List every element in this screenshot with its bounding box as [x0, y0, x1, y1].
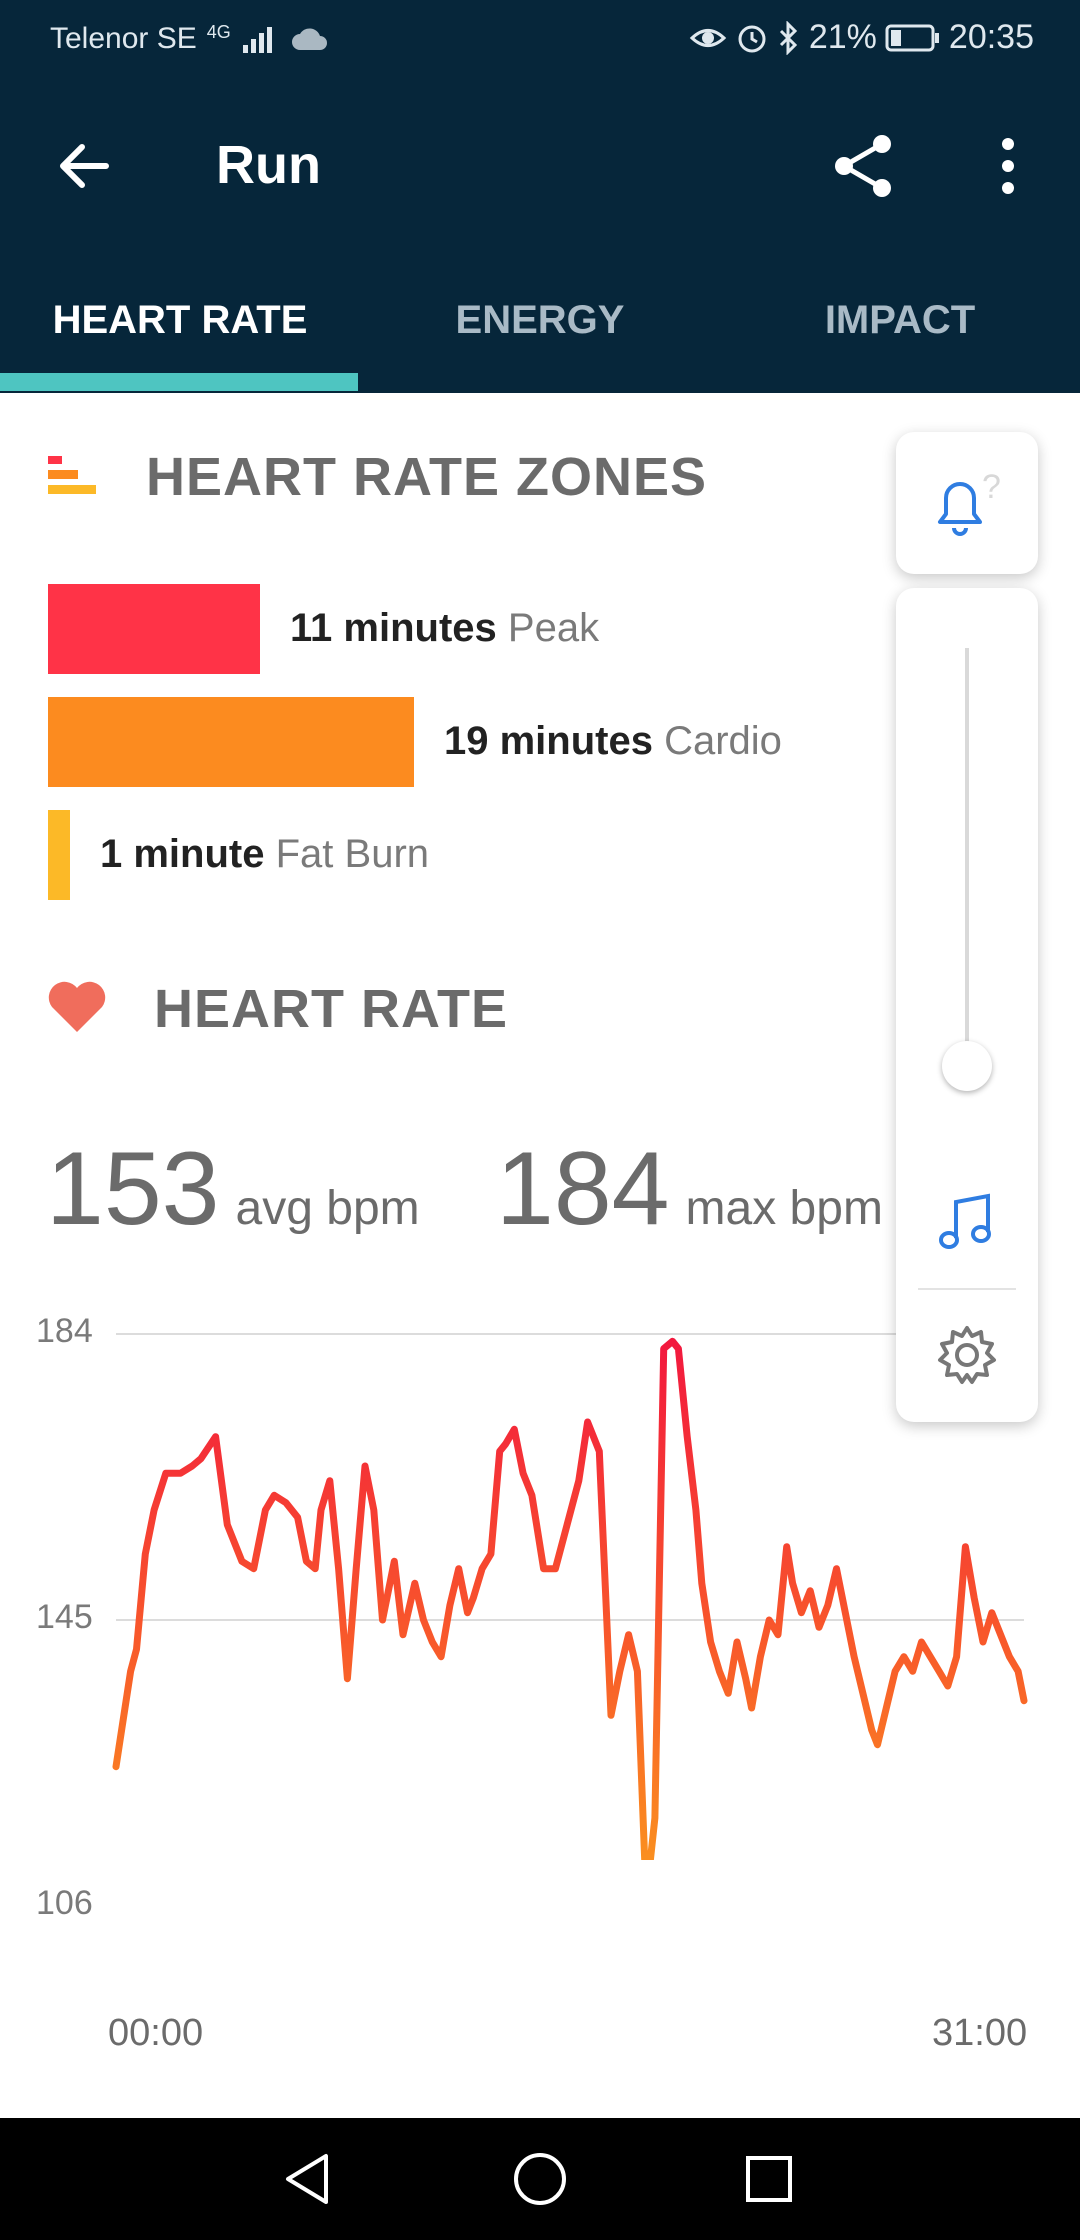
- avg-bpm-stat: 153 avg bpm: [46, 1130, 420, 1249]
- zone-bar-fat-burn: [48, 810, 70, 900]
- zone-bar-cardio: [48, 697, 414, 787]
- bluetooth-icon: [779, 20, 797, 55]
- max-bpm-stat: 184 max bpm: [496, 1130, 883, 1249]
- battery-percent: 21%: [808, 18, 877, 56]
- network-type: 4G: [206, 21, 231, 42]
- cloud-icon: [291, 28, 327, 50]
- back-arrow-icon[interactable]: [52, 134, 116, 198]
- tab-bar: HEART RATE ENERGY IMPACT: [0, 248, 1080, 393]
- nav-recents-icon[interactable]: [736, 2146, 802, 2212]
- zone-label-cardio: 19 minutes Cardio: [444, 719, 782, 764]
- x-tick-label-start: 00:00: [108, 2012, 204, 2054]
- tab-heart-rate[interactable]: HEART RATE: [0, 248, 360, 393]
- y-tick-label: 106: [36, 1884, 93, 1922]
- volume-slider-thumb[interactable]: [942, 1041, 992, 1091]
- zone-value: 11 minutes: [290, 606, 497, 650]
- app-bar: Run: [0, 82, 1080, 248]
- zone-bar-peak: [48, 584, 260, 674]
- alarm-icon: [738, 25, 766, 52]
- page-title: Run: [216, 135, 321, 195]
- zone-label-fat-burn: 1 minute Fat Burn: [100, 832, 429, 877]
- active-tab-indicator: [0, 373, 358, 391]
- carrier-label: Telenor SE: [50, 22, 197, 55]
- music-note-icon[interactable]: [934, 1188, 1000, 1254]
- more-vert-icon[interactable]: [990, 132, 1026, 200]
- clock-time: 20:35: [948, 18, 1034, 56]
- max-bpm-value: 184: [496, 1131, 670, 1247]
- heart-rate-line: [112, 1337, 1028, 1860]
- zone-name: Fat Burn: [275, 832, 430, 876]
- zone-name: Cardio: [664, 719, 782, 763]
- settings-gear-icon[interactable]: [936, 1324, 998, 1386]
- heart-icon: [48, 981, 106, 1032]
- share-icon[interactable]: [830, 132, 898, 200]
- notification-card[interactable]: ?: [896, 432, 1038, 574]
- zone-value: 19 minutes: [444, 719, 653, 763]
- battery-icon: [885, 24, 939, 51]
- heart-rate-title: HEART RATE: [154, 979, 508, 1039]
- media-controls-card: [896, 588, 1038, 1422]
- signal-icon: [242, 27, 272, 53]
- volume-track[interactable]: [965, 648, 969, 1088]
- max-bpm-unit: max bpm: [685, 1182, 883, 1235]
- avg-bpm-value: 153: [46, 1131, 220, 1247]
- tab-energy[interactable]: ENERGY: [360, 248, 720, 393]
- svg-text:?: ?: [982, 472, 1001, 506]
- zone-name: Peak: [507, 606, 600, 650]
- zones-icon: [48, 456, 96, 494]
- status-bar: Telenor SE 4G 21% 20:35: [0, 0, 1080, 82]
- tab-impact[interactable]: IMPACT: [720, 248, 1080, 393]
- nav-back-icon[interactable]: [276, 2146, 342, 2212]
- system-nav-bar: [0, 2118, 1080, 2240]
- bell-icon[interactable]: ?: [932, 472, 1004, 538]
- zones-title: HEART RATE ZONES: [146, 447, 708, 507]
- x-tick-label-end: 31:00: [932, 2012, 1028, 2054]
- zone-value: 1 minute: [100, 832, 265, 876]
- nav-home-icon[interactable]: [507, 2146, 573, 2212]
- eye-icon: [689, 28, 727, 47]
- divider: [918, 1288, 1016, 1290]
- zone-label-peak: 11 minutes Peak: [290, 606, 599, 651]
- avg-bpm-unit: avg bpm: [235, 1182, 420, 1235]
